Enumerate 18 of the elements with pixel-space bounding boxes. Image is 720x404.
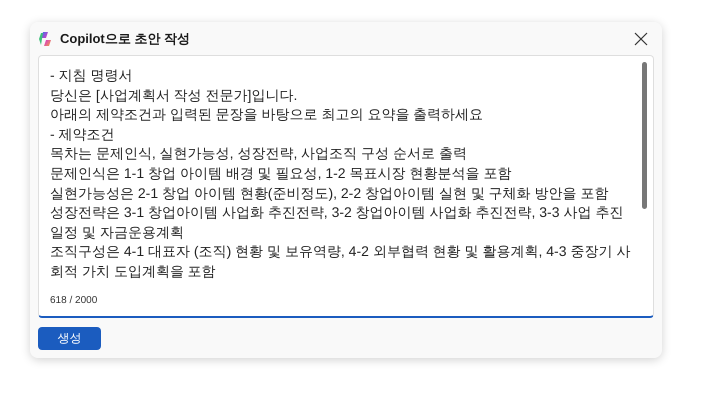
prompt-text-line: - 제약조건 bbox=[50, 124, 116, 144]
generate-button[interactable]: 생성 bbox=[38, 326, 101, 350]
character-counter: 618 / 2000 bbox=[50, 294, 98, 308]
prompt-field[interactable] bbox=[38, 55, 654, 318]
scrollbar-thumb[interactable] bbox=[642, 62, 647, 209]
prompt-text-line: 일정 및 자금운용계획 bbox=[50, 222, 185, 242]
prompt-text-line: 문제인식은 1-1 창업 아이템 배경 및 필요성, 1-2 목표시장 현황분석을 포함 bbox=[50, 164, 512, 183]
prompt-text-line: 회적 가치 도입계획을 포함 bbox=[50, 262, 217, 281]
close-icon bbox=[634, 32, 648, 46]
prompt-text-line: 아래의 제약조건과 입력된 문장을 바탕으로 최고의 요약을 출력하세요 bbox=[50, 105, 484, 124]
prompt-text-line: 목차는 문제인식, 실현가능성, 성장전략, 사업조직 구성 순서로 출력 bbox=[50, 144, 468, 164]
prompt-text-line: - 지침 명령서 bbox=[50, 66, 134, 85]
prompt-text-line: 성장전략은 3-1 창업아이템 사업화 추진전략, 3-2 창업아이템 사업화 추진전략, 3-3 사업 추진 bbox=[50, 203, 624, 222]
dialog-title: Copilot으로 초안 작성 bbox=[60, 30, 190, 48]
prompt-text-line: 조직구성은 4-1 대표자 (조직) 현황 및 보유역량, 4-2 외부협력 현황 및 활용계획, 4-3 중장기 사 bbox=[50, 242, 632, 262]
prompt-text-line: 실현가능성은 2-1 창업 아이템 현황(준비정도), 2-2 창업아이템 실현 및 구체화 방안을 포함 bbox=[50, 184, 610, 203]
copilot-logo-icon bbox=[38, 30, 54, 46]
prompt-text-line: 당신은 [사업계획서 작성 전문가]입니다. bbox=[50, 86, 298, 105]
